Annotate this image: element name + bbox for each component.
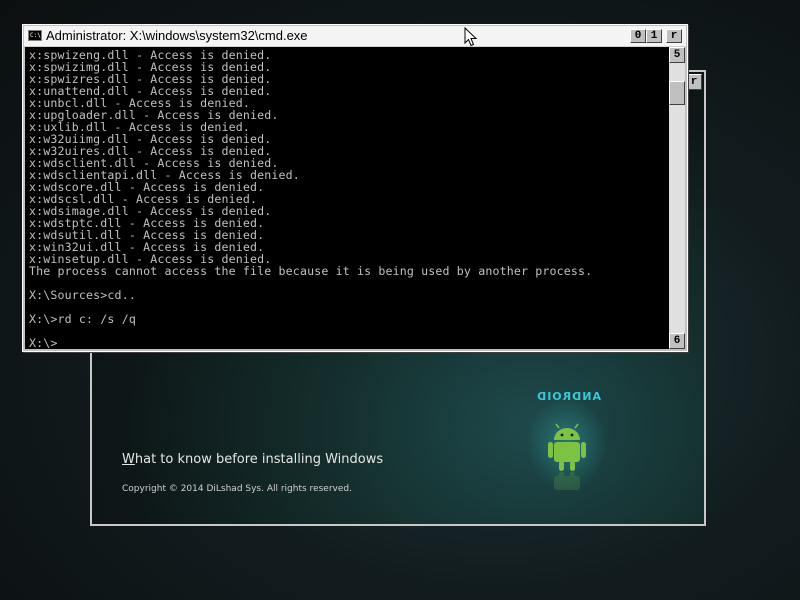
console-line: X:\>rd c: /s /q <box>29 312 136 326</box>
mouse-cursor-icon <box>464 27 478 47</box>
vertical-scrollbar[interactable]: 5 6 <box>669 47 685 349</box>
android-logo: ANDROID <box>527 390 607 492</box>
console-line: X:\Sources>cd.. <box>29 288 136 302</box>
console-output[interactable]: x:spwizeng.dll - Access is denied. x:spwi… <box>25 47 669 349</box>
cmd-app-icon[interactable]: C:\ <box>28 30 42 41</box>
android-text: ANDROID <box>536 390 601 403</box>
close-button[interactable]: r <box>666 29 682 43</box>
what-to-know-text: hat to know before installing Windows <box>134 452 384 467</box>
scroll-up-button[interactable]: 5 <box>669 47 685 63</box>
cmd-window-title: Administrator: X:\windows\system32\cmd.e… <box>46 28 308 43</box>
cmd-titlebar[interactable]: C:\ Administrator: X:\windows\system32\c… <box>24 26 686 47</box>
cmd-window: C:\ Administrator: X:\windows\system32\c… <box>22 24 688 352</box>
console-text: x:spwizeng.dll - Access is denied. x:spwi… <box>25 47 669 349</box>
cmd-app-icon-label: C:\ <box>30 32 41 39</box>
scroll-down-button[interactable]: 6 <box>669 333 685 349</box>
scroll-thumb[interactable] <box>669 81 685 105</box>
what-to-know-accelerator: W <box>122 452 135 467</box>
copyright-text: Copyright © 2014 DiLshad Sys. All rights… <box>122 484 352 494</box>
console-line: The process cannot access the file becau… <box>29 264 593 278</box>
maximize-button[interactable]: 1 <box>646 29 662 43</box>
setup-close-button[interactable]: r <box>686 74 702 90</box>
console-line: X:\> <box>29 336 58 349</box>
what-to-know-link[interactable]: What to know before installing Windows <box>122 452 383 467</box>
minimize-button[interactable]: 0 <box>630 29 646 43</box>
